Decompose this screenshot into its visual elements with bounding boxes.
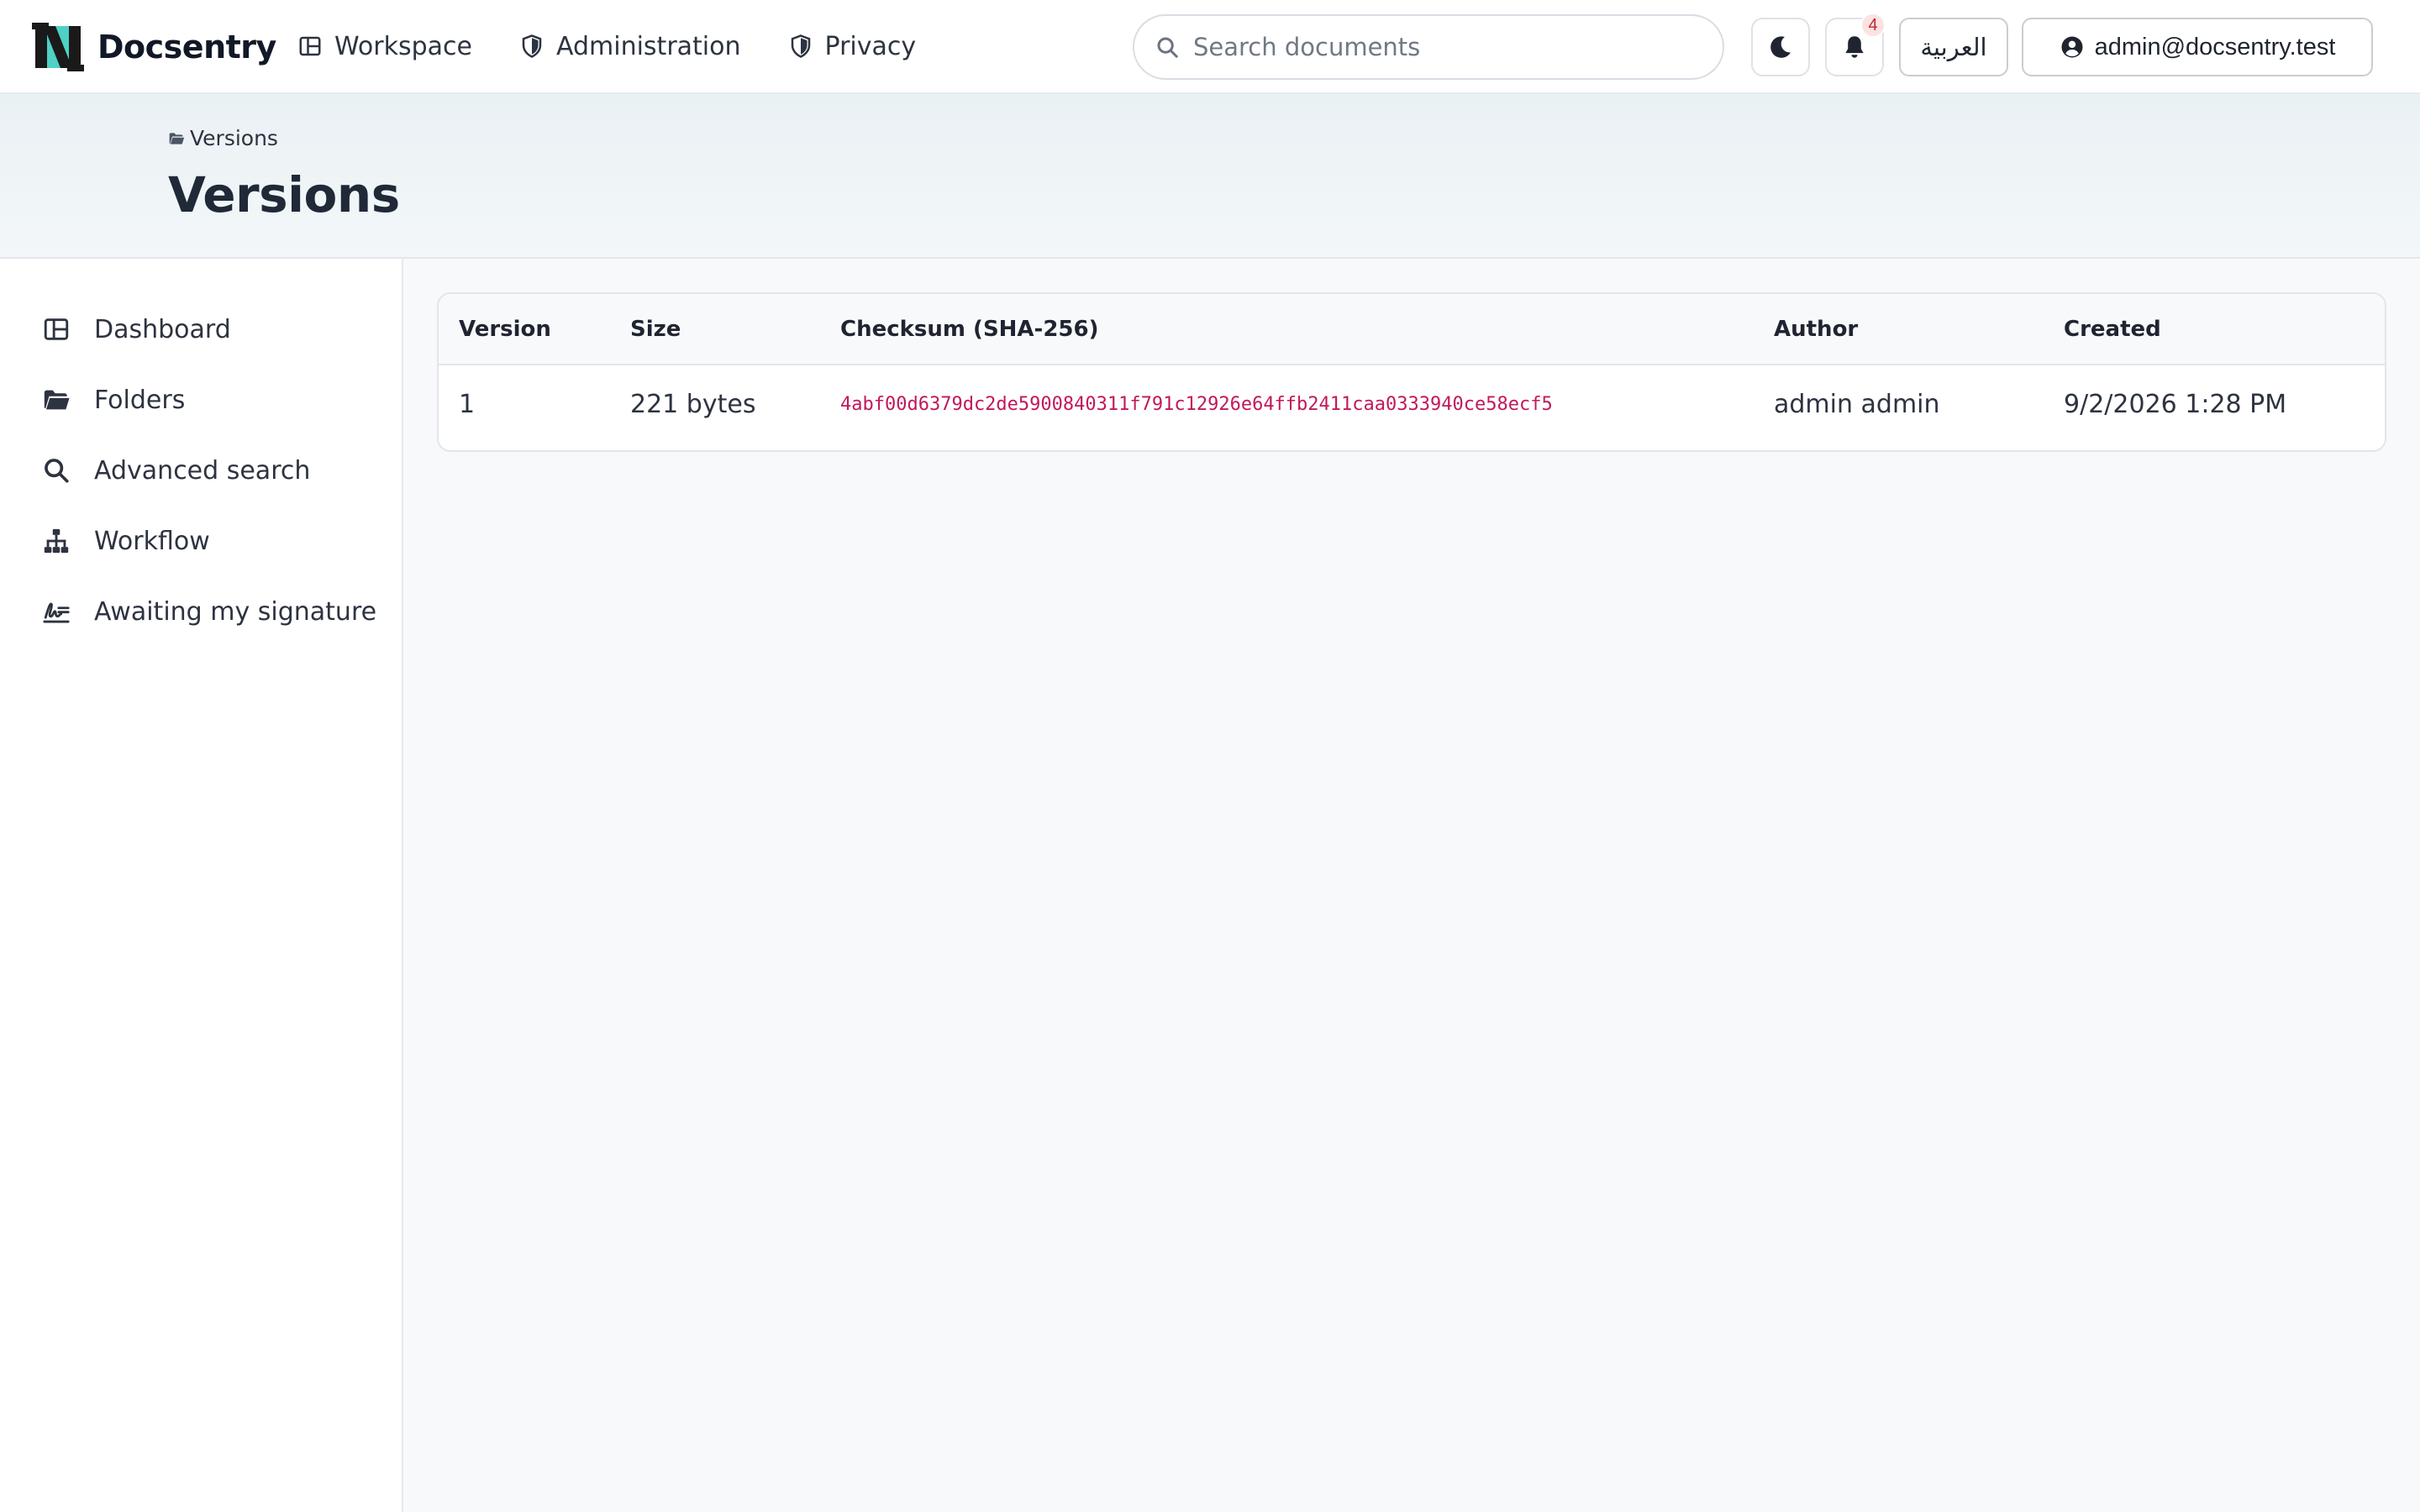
sidebar-item-folders[interactable]: Folders xyxy=(0,365,402,435)
sidebar-item-workflow[interactable]: Workflow xyxy=(0,506,402,576)
column-header-checksum: Checksum (SHA-256) xyxy=(820,294,1754,365)
versions-table: Version Size Checksum (SHA-256) Author C… xyxy=(439,294,2385,444)
main-nav: Workspace Administration Privacy xyxy=(297,25,963,67)
user-email-label: admin@docsentry.test xyxy=(2094,33,2336,60)
nav-item-workspace[interactable]: Workspace xyxy=(297,25,472,67)
sidebar-item-label: Dashboard xyxy=(94,314,231,344)
versions-table-card: Version Size Checksum (SHA-256) Author C… xyxy=(437,292,2386,452)
sidebar-item-dashboard[interactable]: Dashboard xyxy=(0,294,402,365)
moon-icon xyxy=(1770,36,1791,58)
breadcrumb: Versions xyxy=(168,126,278,150)
top-navbar: Docsentry Workspace Administration Priva… xyxy=(0,0,2420,94)
size-cell: 221 bytes xyxy=(630,390,756,419)
language-label: العربية xyxy=(1920,34,1987,61)
workspace-icon xyxy=(299,36,321,56)
search-box xyxy=(1133,14,1724,80)
language-button[interactable]: العربية xyxy=(1899,18,2008,76)
brand-link[interactable]: Docsentry xyxy=(32,22,276,72)
theme-toggle-button[interactable] xyxy=(1751,18,1810,76)
page-title: Versions xyxy=(168,166,400,223)
search-icon xyxy=(1157,37,1178,58)
column-header-author: Author xyxy=(1754,294,2044,365)
page-header: Versions Versions xyxy=(0,94,2420,259)
folder-icon xyxy=(44,390,70,410)
user-menu-button[interactable]: admin@docsentry.test xyxy=(2022,18,2373,76)
sidebar-item-label: Awaiting my signature xyxy=(94,596,377,627)
nav-item-label: Administration xyxy=(555,31,741,61)
checksum-cell: 4abf00d6379dc2de5900840311f791c12926e64f… xyxy=(840,394,1553,415)
nav-item-administration[interactable]: Administration xyxy=(519,25,741,67)
table-header-row: Version Size Checksum (SHA-256) Author C… xyxy=(439,294,2385,365)
sidebar-item-label: Workflow xyxy=(94,526,210,556)
column-header-version: Version xyxy=(439,294,610,365)
signature-icon xyxy=(43,602,70,623)
docsentry-logo-icon xyxy=(32,23,84,71)
column-header-created: Created xyxy=(2044,294,2385,365)
sidebar-item-advanced-search[interactable]: Advanced search xyxy=(0,435,402,506)
nav-item-label: Privacy xyxy=(824,31,917,61)
sidebar-item-label: Advanced search xyxy=(94,455,311,486)
workflow-icon xyxy=(44,528,69,554)
table-row: 1 221 bytes 4abf00d6379dc2de5900840311f7… xyxy=(439,365,2385,444)
nav-item-privacy[interactable]: Privacy xyxy=(788,25,917,67)
notification-count-badge: 4 xyxy=(1860,13,1886,38)
brand-name: Docsentry xyxy=(97,29,276,66)
search-input[interactable] xyxy=(1193,33,1697,61)
main-content: Version Size Checksum (SHA-256) Author C… xyxy=(403,259,2420,1512)
folder-icon xyxy=(169,132,185,144)
created-cell: 9/2/2026 1:28 PM xyxy=(2064,390,2287,419)
user-circle-icon xyxy=(2061,36,2083,58)
sidebar-item-awaiting-signature[interactable]: Awaiting my signature xyxy=(0,576,402,647)
sidebar: Dashboard Folders Advanced search Workfl… xyxy=(0,259,403,1512)
search-icon xyxy=(45,459,69,483)
breadcrumb-item-versions[interactable]: Versions xyxy=(190,126,278,150)
author-cell: admin admin xyxy=(1774,390,1940,419)
sidebar-item-label: Folders xyxy=(94,385,186,415)
shield-icon xyxy=(791,34,810,58)
column-header-size: Size xyxy=(610,294,820,365)
nav-item-label: Workspace xyxy=(334,31,472,61)
bell-icon xyxy=(1845,36,1864,58)
notifications-button[interactable]: 4 xyxy=(1825,13,1886,76)
dashboard-icon xyxy=(44,318,69,340)
version-cell: 1 xyxy=(459,390,476,419)
shield-icon xyxy=(522,34,542,58)
